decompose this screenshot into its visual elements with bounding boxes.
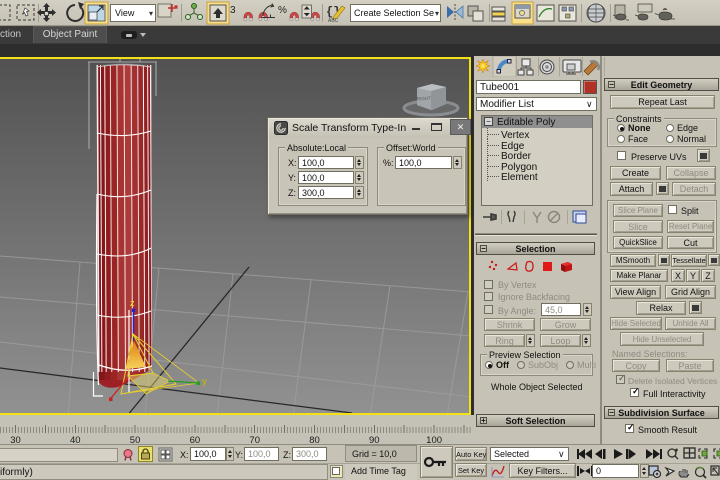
svg-text:%: % — [278, 5, 287, 16]
svg-text:50: 50 — [130, 435, 141, 444]
svg-text:40: 40 — [70, 435, 81, 444]
svg-text:60: 60 — [190, 435, 201, 444]
svg-text:ABC: ABC — [328, 18, 339, 24]
svg-text:z: z — [130, 298, 135, 308]
svg-text:RIGHT: RIGHT — [417, 96, 431, 102]
svg-text:30: 30 — [10, 435, 21, 444]
svg-text:70: 70 — [249, 435, 260, 444]
svg-text:y: y — [202, 376, 207, 386]
svg-text:80: 80 — [309, 435, 320, 444]
svg-text:100: 100 — [426, 435, 442, 444]
svg-text:90: 90 — [369, 435, 380, 444]
svg-text:3: 3 — [230, 5, 236, 16]
